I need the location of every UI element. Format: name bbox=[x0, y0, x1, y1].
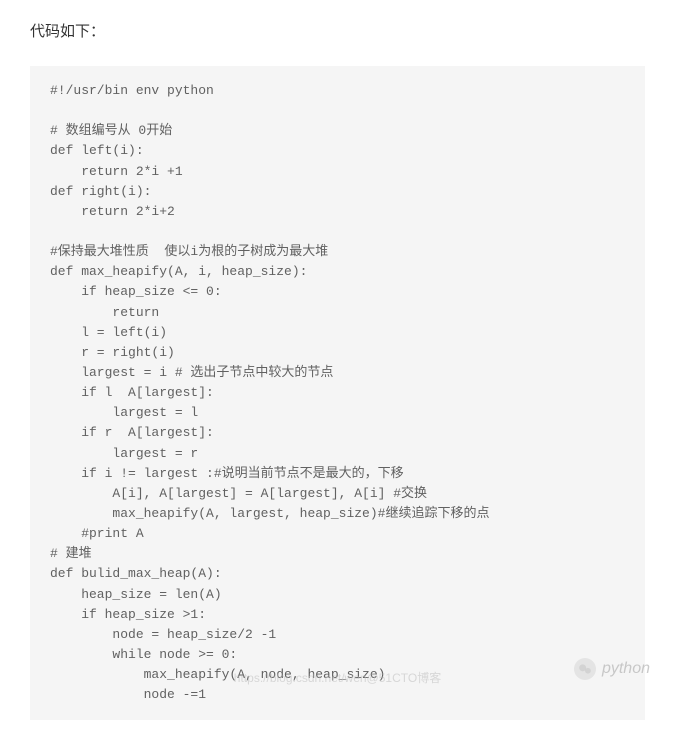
watermark-center: https://blog.csdn.net/wen@51CTO博客 bbox=[234, 669, 441, 686]
wechat-icon bbox=[574, 658, 596, 680]
watermark-right-text: python bbox=[602, 660, 650, 678]
watermark-right: python bbox=[574, 658, 650, 680]
code-block: #!/usr/bin env python # 数组编号从 0开始 def le… bbox=[30, 66, 645, 720]
document-container: 代码如下： #!/usr/bin env python # 数组编号从 0开始 … bbox=[0, 0, 675, 740]
intro-heading: 代码如下： bbox=[30, 20, 645, 41]
